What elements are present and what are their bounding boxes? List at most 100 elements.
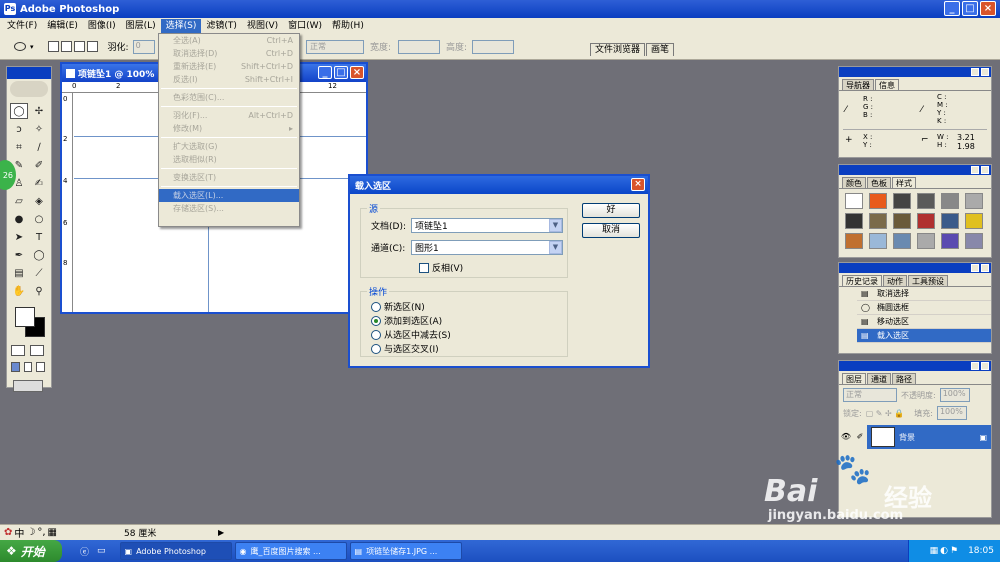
- tab-info[interactable]: 信息: [875, 79, 899, 90]
- menu-edit[interactable]: 编辑(E): [42, 19, 83, 33]
- history-brush-icon[interactable]: ✍: [30, 175, 48, 191]
- op-subtract-selection[interactable]: 从选区中减去(S): [371, 328, 451, 341]
- marquee-tool-icon[interactable]: ◯: [10, 103, 28, 119]
- file-browser-tab[interactable]: 文件浏览器: [590, 43, 646, 56]
- chevron-down-icon[interactable]: ▼: [549, 241, 562, 254]
- tab-layers[interactable]: 图层: [842, 373, 866, 384]
- panel-close-icon[interactable]: [981, 362, 989, 370]
- menu-help[interactable]: 帮助(H): [327, 19, 369, 33]
- blend-mode-select[interactable]: 正常: [843, 388, 897, 402]
- zoom-tool-icon[interactable]: ⚲: [30, 283, 48, 299]
- height-input[interactable]: [472, 39, 514, 54]
- panel-minimize-icon[interactable]: [971, 166, 979, 174]
- select-menu-item[interactable]: 全选(A) Ctrl+A: [159, 34, 299, 47]
- bucket-tool-icon[interactable]: ◈: [30, 193, 48, 209]
- quickmask-mode-icon[interactable]: [30, 345, 44, 356]
- ok-button[interactable]: 好: [582, 203, 640, 218]
- op-intersect-selection[interactable]: 与选区交叉(I): [371, 342, 439, 355]
- menu-window[interactable]: 窗口(W): [283, 19, 327, 33]
- style-swatch-none[interactable]: [845, 193, 863, 209]
- history-item[interactable]: ▤ 取消选择: [857, 287, 991, 301]
- style-swatch[interactable]: [965, 193, 983, 209]
- panel-minimize-icon[interactable]: [971, 68, 979, 76]
- pen-tool-icon[interactable]: ✒: [10, 247, 28, 263]
- doc-minimize-button[interactable]: _: [318, 66, 332, 79]
- panel-close-icon[interactable]: [981, 166, 989, 174]
- path-select-icon[interactable]: ➤: [10, 229, 28, 245]
- panel-close-icon[interactable]: [981, 68, 989, 76]
- document-select[interactable]: 项链坠1 ▼: [411, 218, 563, 233]
- width-input[interactable]: [398, 39, 440, 54]
- brush-tool-icon[interactable]: ✐: [30, 157, 48, 173]
- style-swatch[interactable]: [965, 213, 983, 229]
- dropdown-arrow-icon[interactable]: ▾: [30, 43, 34, 51]
- select-menu-item[interactable]: 选取相似(R): [159, 153, 299, 166]
- style-swatch[interactable]: [917, 213, 935, 229]
- tab-actions[interactable]: 动作: [883, 275, 907, 286]
- doc-maximize-button[interactable]: □: [334, 66, 348, 79]
- select-menu-item[interactable]: 重新选择(E) Shift+Ctrl+D: [159, 60, 299, 73]
- panel-minimize-icon[interactable]: [971, 362, 979, 370]
- dodge-tool-icon[interactable]: ○: [30, 211, 48, 227]
- op-add-selection[interactable]: 添加到选区(A): [371, 314, 442, 327]
- select-menu-item[interactable]: 变换选区(T): [159, 171, 299, 184]
- radio-subtract[interactable]: [371, 329, 381, 340]
- minimize-button[interactable]: _: [944, 1, 960, 16]
- cancel-button[interactable]: 取消: [582, 223, 640, 238]
- eyedropper-icon[interactable]: ⟋: [30, 265, 48, 281]
- doc-close-button[interactable]: ×: [350, 66, 364, 79]
- tab-navigator[interactable]: 导航器: [842, 79, 874, 90]
- channel-select[interactable]: 图形1 ▼: [411, 240, 563, 255]
- tab-color[interactable]: 颜色: [842, 177, 866, 188]
- style-swatch[interactable]: [965, 233, 983, 249]
- new-selection-icon[interactable]: [47, 41, 59, 52]
- style-swatch[interactable]: [869, 193, 887, 209]
- hand-tool-icon[interactable]: ✋: [10, 283, 28, 299]
- style-swatch[interactable]: [869, 213, 887, 229]
- eye-icon[interactable]: 👁: [839, 425, 853, 449]
- menu-image[interactable]: 图像(I): [83, 19, 121, 33]
- history-item-selected[interactable]: ▤ 载入选区: [857, 329, 991, 343]
- lock-icon[interactable]: ▢ ✎ ✢ 🔒: [866, 409, 905, 418]
- start-button[interactable]: ❖ 开始: [0, 540, 62, 562]
- quicklaunch-ie-icon[interactable]: ⓔ: [80, 545, 89, 558]
- screen-mode-3-icon[interactable]: [36, 362, 46, 372]
- fill-input[interactable]: 100%: [936, 406, 967, 420]
- brush-link-icon[interactable]: ✐: [853, 425, 867, 449]
- select-menu-item[interactable]: 取消选择(D) Ctrl+D: [159, 47, 299, 60]
- history-item[interactable]: ▤ 移动选区: [857, 315, 991, 329]
- tray-icons[interactable]: ▦◐⚑: [930, 546, 960, 556]
- intersect-selection-icon[interactable]: [86, 41, 98, 52]
- task-image[interactable]: ▤ 项链坠储存1.JPG ...: [349, 542, 462, 560]
- style-select[interactable]: 正常: [306, 39, 364, 54]
- select-menu-item[interactable]: 反选(I) Shift+Ctrl+I: [159, 73, 299, 86]
- feather-input[interactable]: 0: [132, 39, 155, 54]
- tab-swatches[interactable]: 色板: [867, 177, 891, 188]
- style-swatch[interactable]: [941, 193, 959, 209]
- slice-tool-icon[interactable]: ∕: [30, 139, 48, 155]
- style-swatch[interactable]: [893, 233, 911, 249]
- quicklaunch-desktop-icon[interactable]: ▭: [97, 546, 106, 556]
- select-menu-item[interactable]: 存储选区(S)...: [159, 202, 299, 215]
- chevron-down-icon[interactable]: ▼: [549, 219, 562, 232]
- screen-mode-2-icon[interactable]: [23, 362, 33, 372]
- task-browser[interactable]: ◉ 鹰_百度图片搜索 ...: [234, 542, 347, 560]
- select-menu-item[interactable]: 扩大选取(G): [159, 140, 299, 153]
- menu-filter[interactable]: 滤镜(T): [201, 19, 242, 33]
- lasso-tool-icon[interactable]: ↄ: [10, 121, 28, 137]
- blur-tool-icon[interactable]: ●: [10, 211, 28, 227]
- panel-minimize-icon[interactable]: [971, 264, 979, 272]
- dialog-titlebar[interactable]: 载入选区 ×: [350, 176, 648, 194]
- select-menu-item[interactable]: 载入选区(L)...: [159, 189, 299, 202]
- ellipse-marquee-icon[interactable]: [14, 42, 26, 51]
- notes-tool-icon[interactable]: ▤: [10, 265, 28, 281]
- screen-mode-1-icon[interactable]: [11, 362, 20, 372]
- history-item[interactable]: ◯ 椭圆选框: [857, 301, 991, 315]
- tab-styles[interactable]: 样式: [892, 177, 916, 188]
- tab-channels[interactable]: 通道: [867, 373, 891, 384]
- style-swatch[interactable]: [893, 193, 911, 209]
- radio-add[interactable]: [371, 315, 381, 326]
- maximize-button[interactable]: □: [962, 1, 978, 16]
- add-selection-icon[interactable]: [60, 41, 72, 52]
- shape-tool-icon[interactable]: ◯: [30, 247, 48, 263]
